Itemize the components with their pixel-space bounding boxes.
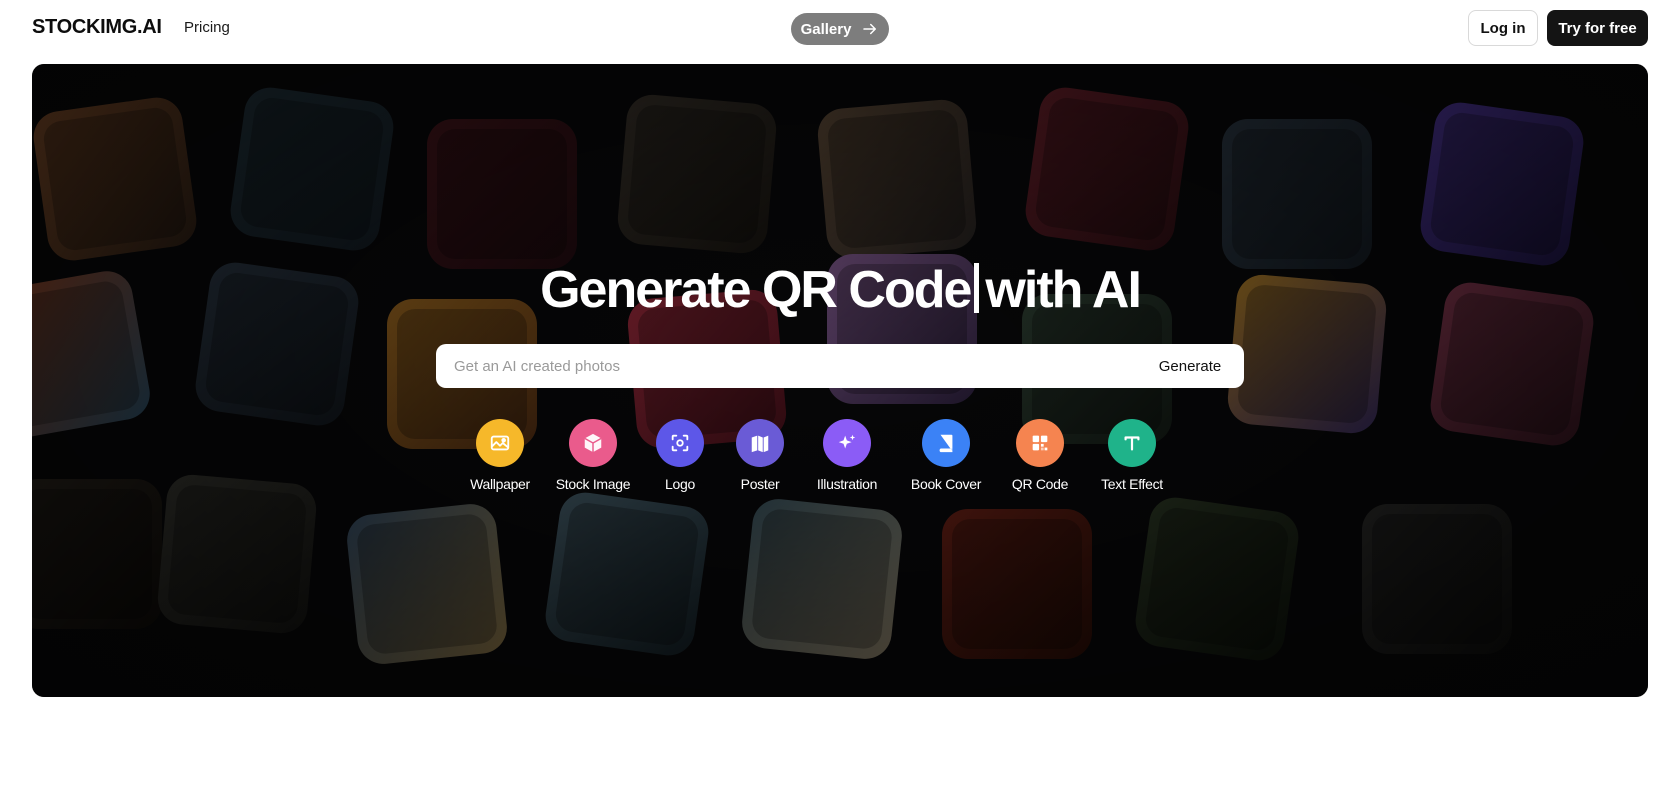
headline-text: Generate QR Code [540, 261, 972, 319]
headline-suffix: with AI [985, 261, 1141, 319]
category-stock-image[interactable]: Stock Image [543, 419, 643, 492]
category-poster[interactable]: Poster [710, 419, 810, 492]
category-book-cover[interactable]: Book Cover [896, 419, 996, 492]
text-icon [1108, 419, 1156, 467]
try-for-free-button[interactable]: Try for free [1547, 10, 1648, 46]
top-nav: STOCKIMG.AI Pricing Gallery Log in Try f… [0, 0, 1680, 58]
hero-headline: Generate QR Code with AI [32, 260, 1648, 320]
qr-code-icon [1016, 419, 1064, 467]
category-label: QR Code [1011, 476, 1069, 492]
typing-cursor [974, 263, 980, 313]
category-wallpaper[interactable]: Wallpaper [450, 419, 550, 492]
box-icon [569, 419, 617, 467]
category-illustration[interactable]: Illustration [797, 419, 897, 492]
prompt-input[interactable] [436, 344, 1140, 388]
hero-banner: Generate QR Codewith AI Generate Wallpap… [32, 64, 1648, 697]
focus-icon [656, 419, 704, 467]
pricing-link[interactable]: Pricing [184, 19, 230, 36]
category-label: Text Effect [1101, 476, 1163, 492]
category-qr-code[interactable]: QR Code [990, 419, 1090, 492]
prompt-search-bar: Generate [436, 344, 1244, 388]
gallery-button[interactable]: Gallery [791, 13, 889, 45]
arrow-right-icon [863, 23, 877, 35]
sparkles-icon [823, 419, 871, 467]
category-label: Wallpaper [470, 476, 530, 492]
category-list: Wallpaper Stock Image Logo Poster Illust… [32, 419, 1648, 499]
category-label: Stock Image [555, 476, 631, 492]
category-label: Poster [740, 476, 780, 492]
book-icon [922, 419, 970, 467]
gallery-label: Gallery [800, 20, 852, 38]
login-button[interactable]: Log in [1468, 10, 1538, 46]
image-icon [476, 419, 524, 467]
category-label: Illustration [816, 476, 878, 492]
map-icon [736, 419, 784, 467]
category-label: Book Cover [910, 476, 982, 492]
generate-button[interactable]: Generate [1140, 344, 1240, 388]
brand-logo[interactable]: STOCKIMG.AI [32, 16, 162, 39]
category-text-effect[interactable]: Text Effect [1082, 419, 1182, 492]
